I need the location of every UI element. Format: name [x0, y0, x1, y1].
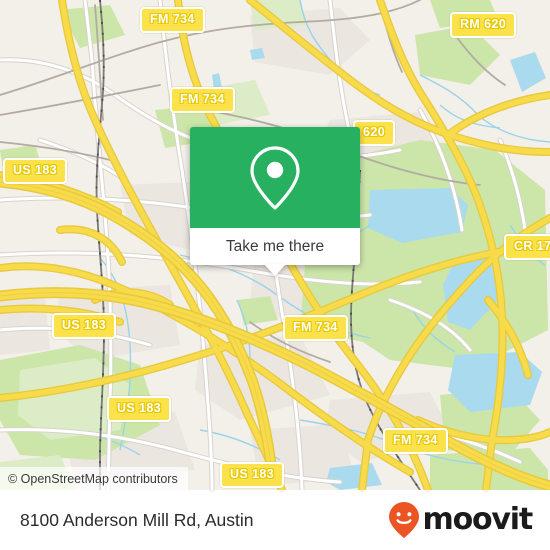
road-shield: FM 734 [170, 87, 235, 113]
popup-pointer-tail [264, 264, 286, 276]
road-shield: FM 734 [283, 315, 348, 341]
map-pin-icon [250, 145, 300, 210]
moovit-logo[interactable]: moovit [388, 501, 534, 539]
road-shield: US 183 [107, 396, 172, 422]
road-shield: US 183 [220, 462, 285, 488]
road-shield: CR 171 [504, 234, 550, 260]
footer-bar: 8100 Anderson Mill Rd, Austin moovit [0, 490, 550, 550]
road-shield: RM 620 [450, 12, 517, 38]
take-me-there-button[interactable]: Take me there [190, 228, 360, 265]
moovit-pin-smiley-icon [388, 502, 419, 538]
road-shield: FM 734 [383, 428, 448, 454]
place-address: 8100 Anderson Mill Rd, Austin [20, 509, 254, 530]
osm-attribution[interactable]: © OpenStreetMap contributors [0, 467, 188, 490]
popup-image-placeholder [190, 127, 360, 228]
map-canvas[interactable]: FM 734RM 620FM 734620US 183CR 171US 183F… [0, 0, 550, 490]
take-me-there-label: Take me there [225, 237, 325, 255]
place-popup-card[interactable]: Take me there [190, 127, 360, 276]
moovit-wordmark: moovit [422, 502, 534, 537]
road-shield: FM 734 [140, 7, 205, 33]
road-shield: US 183 [52, 313, 117, 339]
road-shield: US 183 [3, 158, 68, 184]
